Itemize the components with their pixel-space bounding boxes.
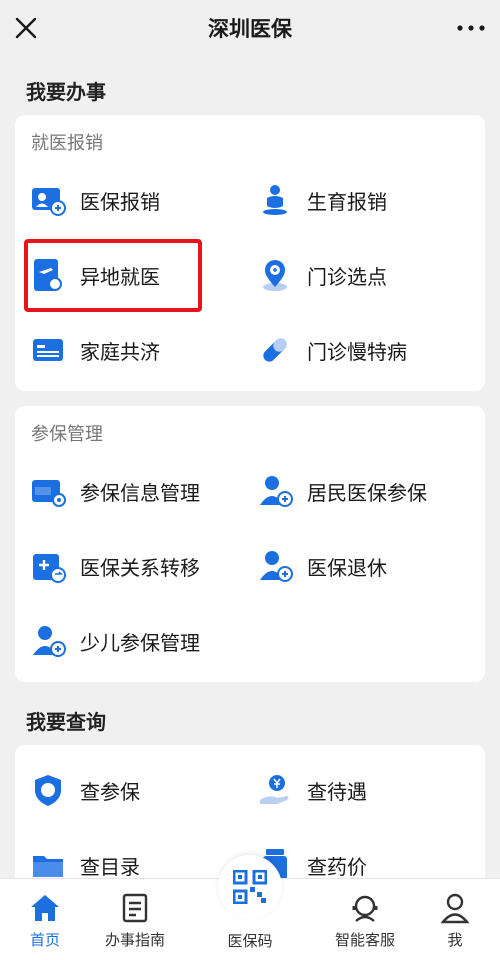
menu-item-label: 居民医保参保 <box>307 480 427 505</box>
tab-label: 首页 <box>29 931 60 949</box>
tab-label: 医保码 <box>227 932 273 950</box>
menu-item-label: 门诊选点 <box>307 264 387 289</box>
menu-item-label: 医保关系转移 <box>80 555 200 580</box>
menu-item-family[interactable]: 家庭共济 <box>30 325 160 375</box>
menu-item-transfer[interactable]: 医保关系转移 <box>30 541 200 591</box>
tab-service[interactable]: 智能客服 <box>325 879 405 960</box>
more-icon[interactable] <box>454 14 488 42</box>
retire-user-icon <box>260 551 293 582</box>
yuan-hand-icon <box>260 775 289 804</box>
tab-label: 办事指南 <box>104 931 165 949</box>
tab-code[interactable] <box>218 855 282 919</box>
tab-me[interactable]: 我 <box>425 879 485 960</box>
page-title: 深圳医保 <box>208 17 292 41</box>
support-agent-icon <box>352 895 378 922</box>
chs-card-icon <box>32 480 66 507</box>
pill-icon <box>263 338 287 362</box>
highlight-box <box>24 239 202 312</box>
menu-item-label: 家庭共济 <box>80 339 160 364</box>
menu-item-label: 查待遇 <box>307 779 367 804</box>
menu-item-label: 查目录 <box>80 854 140 879</box>
reimburse-icon <box>32 188 66 216</box>
menu-item-label: 查参保 <box>80 779 140 804</box>
menu-item-query-benefit[interactable]: 查待遇 <box>257 765 367 815</box>
menu-item-clinic-location[interactable]: 门诊选点 <box>257 250 387 300</box>
maternity-icon <box>263 185 287 215</box>
menu-item-label: 门诊慢特病 <box>307 339 407 364</box>
insurance-card: 参保管理 参保信息管理 居民医保参保 医保关系转移 医保退休 少儿参保管理 <box>15 406 485 682</box>
menu-item-maternity[interactable]: 生育报销 <box>257 175 387 225</box>
tab-label: 智能客服 <box>334 931 395 949</box>
menu-item-label: 参保信息管理 <box>80 480 200 505</box>
menu-item-label: 少儿参保管理 <box>80 630 200 655</box>
menu-item-resident-insurance[interactable]: 居民医保参保 <box>257 466 427 516</box>
menu-item-label: 生育报销 <box>307 189 387 214</box>
shield-icon <box>35 775 61 806</box>
top-bar: 深圳医保 <box>0 0 500 58</box>
menu-item-label: 医保报销 <box>80 189 160 214</box>
menu-item-label: 医保退休 <box>307 555 387 580</box>
family-card-icon <box>33 339 63 361</box>
transfer-icon <box>33 554 66 583</box>
menu-item-query-insurance[interactable]: 查参保 <box>30 765 140 815</box>
menu-item-chronic[interactable]: 门诊慢特病 <box>257 325 407 375</box>
resident-user-icon <box>260 476 293 507</box>
child-user-icon <box>33 626 66 657</box>
menu-item-insurance-info[interactable]: 参保信息管理 <box>30 466 200 516</box>
tab-label: 我 <box>447 931 463 949</box>
menu-item-child-insurance[interactable]: 少儿参保管理 <box>30 616 200 666</box>
tab-guide[interactable]: 办事指南 <box>95 879 175 960</box>
qr-code-icon <box>233 870 267 904</box>
medical-subtitle: 就医报销 <box>31 133 103 154</box>
insurance-subtitle: 参保管理 <box>31 424 103 445</box>
section-title-todo: 我要办事 <box>26 80 106 104</box>
guide-icon <box>122 893 148 923</box>
user-icon <box>440 893 470 924</box>
menu-item-label: 查药价 <box>307 854 367 879</box>
menu-item-retire[interactable]: 医保退休 <box>257 541 387 591</box>
clinic-location-icon <box>263 260 287 291</box>
home-icon <box>31 895 59 921</box>
section-title-query: 我要查询 <box>26 710 106 734</box>
menu-item-reimburse[interactable]: 医保报销 <box>30 175 160 225</box>
tab-home[interactable]: 首页 <box>10 879 80 960</box>
